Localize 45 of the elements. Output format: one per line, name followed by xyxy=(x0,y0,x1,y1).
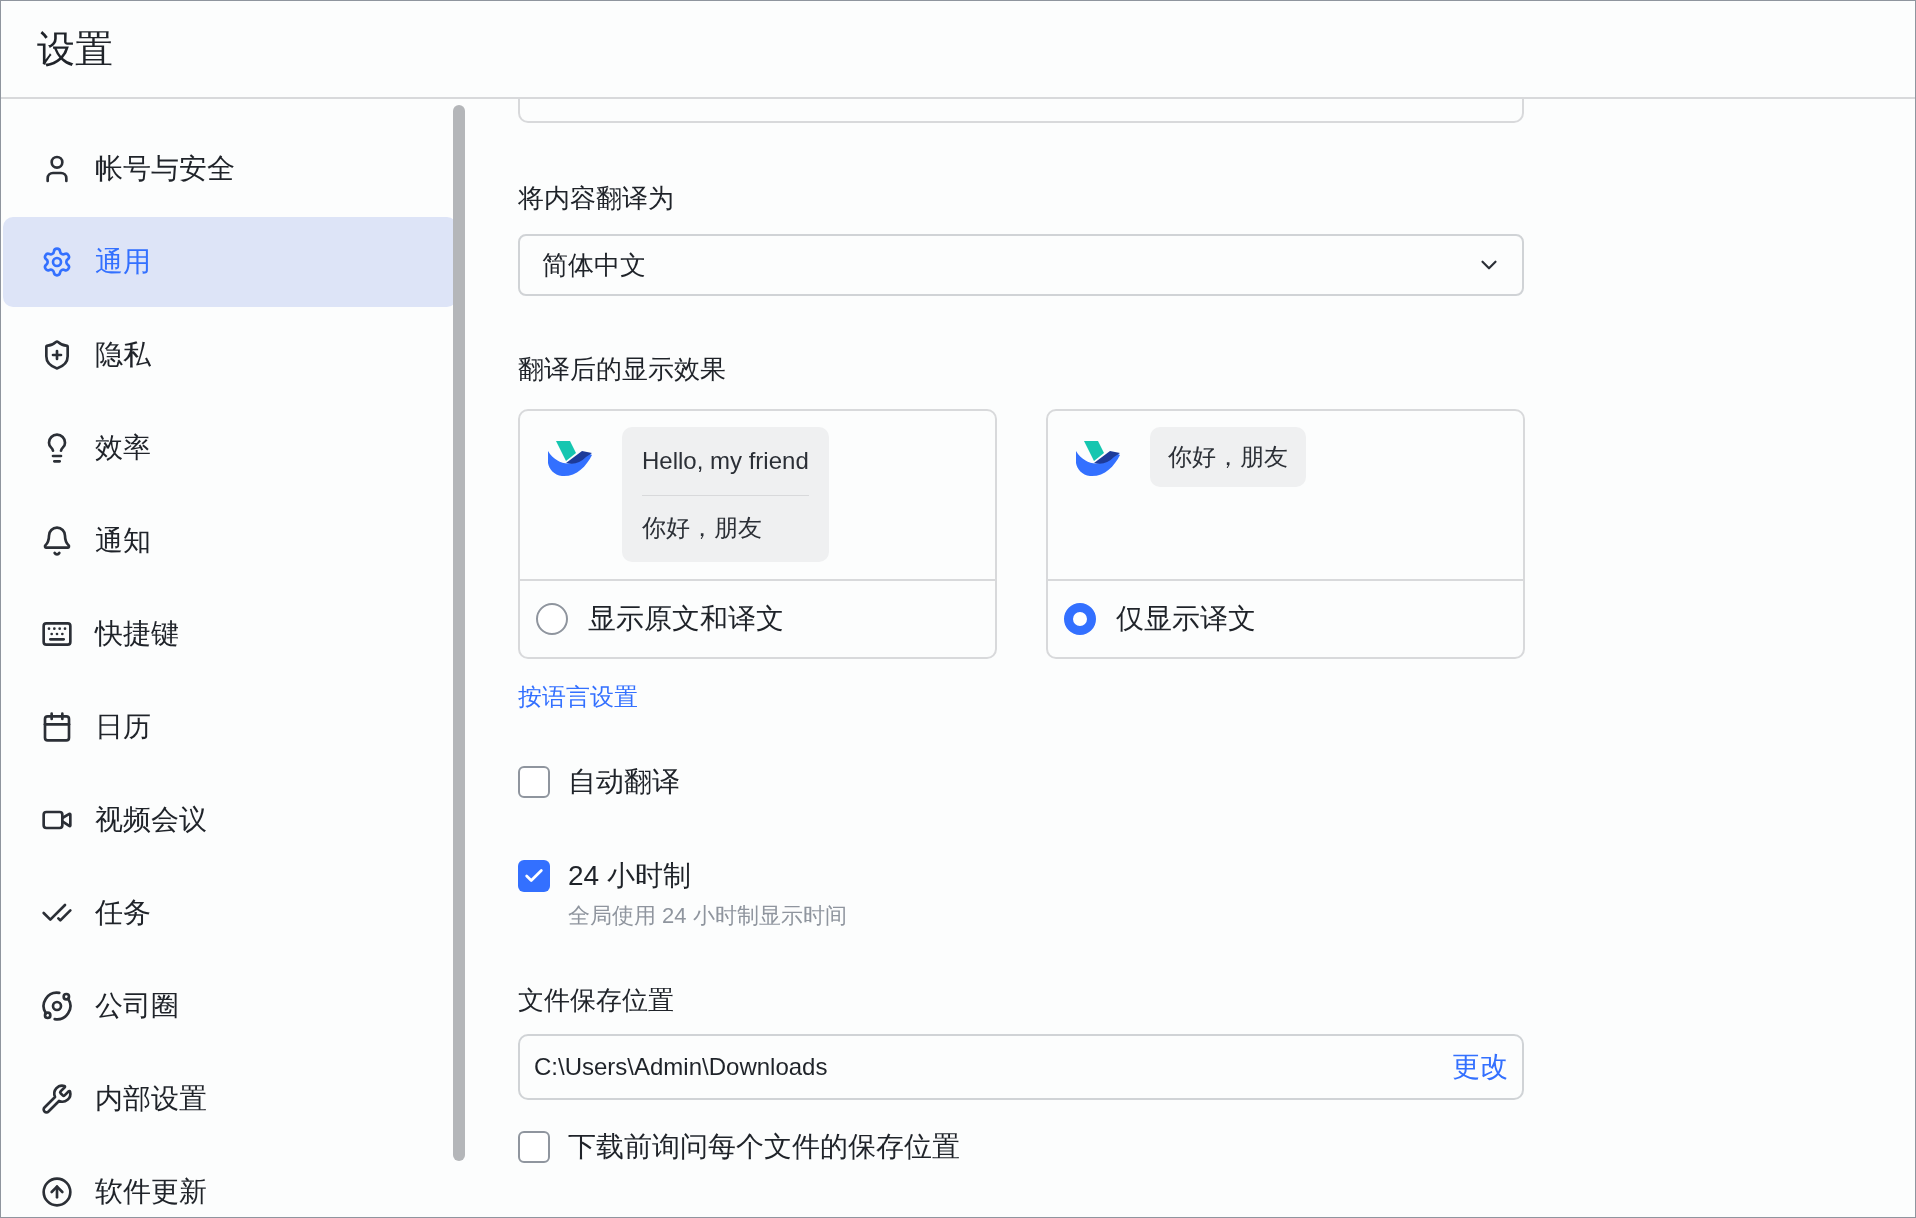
input-field[interactable] xyxy=(518,97,1524,123)
sidebar-item[interactable]: 通知 xyxy=(3,496,457,586)
checkbox[interactable] xyxy=(518,766,550,798)
bird-logo-icon xyxy=(548,441,592,477)
section-label: 文件保存位置 xyxy=(518,984,675,1017)
sidebar-item[interactable]: 帐号与安全 xyxy=(3,124,457,214)
checkbox-label: 24 小时制 xyxy=(568,859,691,893)
sidebar-item[interactable]: 效率 xyxy=(3,403,457,493)
sidebar-item[interactable]: 公司圈 xyxy=(3,961,457,1051)
radio-button[interactable] xyxy=(536,603,568,635)
message-text: Hello, my friend xyxy=(642,446,809,476)
checkbox-label: 自动翻译 xyxy=(568,765,680,799)
calendar-icon xyxy=(41,711,73,743)
wrench-icon xyxy=(41,1083,73,1115)
display-option-card[interactable]: Hello, my friend 你好，朋友 显示原文和译文 xyxy=(518,409,997,659)
option-label: 显示原文和译文 xyxy=(588,602,784,636)
language-select[interactable]: 简体中文 xyxy=(518,234,1524,296)
sidebar-item[interactable]: 日历 xyxy=(3,682,457,772)
bird-logo-icon xyxy=(1076,441,1120,477)
sidebar-item[interactable]: 隐私 xyxy=(3,310,457,400)
sidebar-item[interactable]: 软件更新 xyxy=(3,1147,457,1217)
checkbox[interactable] xyxy=(518,1131,550,1163)
sidebar-item[interactable]: 任务 xyxy=(3,868,457,958)
language-settings-link[interactable]: 按语言设置 xyxy=(518,681,638,713)
section-label: 翻译后的显示效果 xyxy=(518,353,727,386)
option-label: 仅显示译文 xyxy=(1116,602,1256,636)
display-option-card[interactable]: 你好，朋友 仅显示译文 xyxy=(1046,409,1525,659)
setting-description: 全局使用 24 小时制显示时间 xyxy=(568,902,848,930)
sidebar-item[interactable]: 快捷键 xyxy=(3,589,457,679)
sidebar-item[interactable]: 内部设置 xyxy=(3,1054,457,1144)
settings-icon xyxy=(41,246,73,278)
window-title: 设置 xyxy=(37,26,113,72)
checkbox-label: 下载前询问每个文件的保存位置 xyxy=(568,1130,960,1164)
message-text: 你好，朋友 xyxy=(642,513,763,543)
sidebar-item[interactable]: 视频会议 xyxy=(3,775,457,865)
radio-button[interactable] xyxy=(1064,603,1096,635)
checkbox[interactable] xyxy=(518,860,550,892)
path-field[interactable]: C:\Users\Admin\Downloads 更改 xyxy=(518,1034,1524,1100)
field-label: 将内容翻译为 xyxy=(518,182,675,215)
arrow-up-circle-icon xyxy=(41,1176,73,1208)
bell-icon xyxy=(41,525,73,557)
message-text: 你好，朋友 xyxy=(1168,442,1288,472)
planet-icon xyxy=(41,990,73,1022)
scrollbar[interactable] xyxy=(453,105,465,1161)
change-button[interactable]: 更改 xyxy=(1452,1048,1508,1086)
